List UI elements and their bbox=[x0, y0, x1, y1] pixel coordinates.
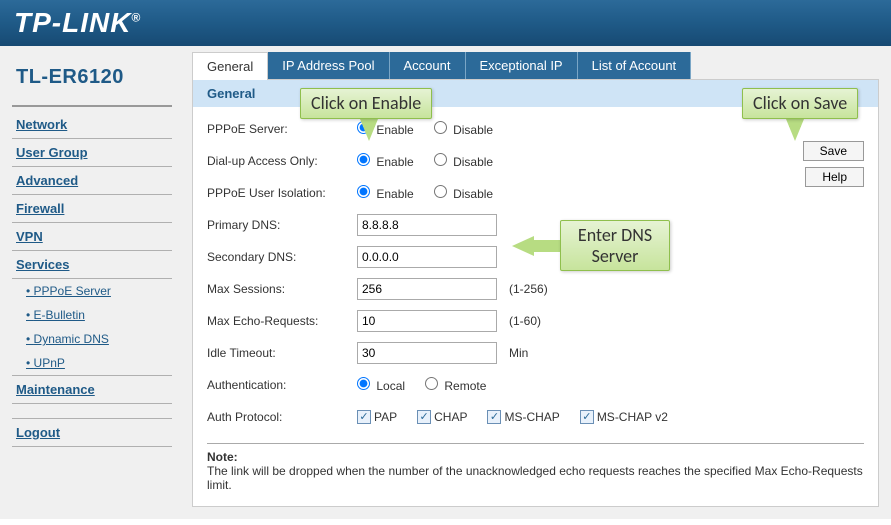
hint-idle-timeout: Min bbox=[509, 346, 528, 360]
radio-auth-remote[interactable]: Remote bbox=[425, 377, 486, 393]
note-text: The link will be dropped when the number… bbox=[207, 464, 864, 492]
sidebar-item-advanced[interactable]: Advanced bbox=[12, 167, 172, 195]
arrow-dns-icon bbox=[512, 236, 562, 256]
row-max-sessions: Max Sessions: (1-256) bbox=[207, 277, 774, 301]
radio-pppoe-disable[interactable]: Disable bbox=[434, 121, 493, 137]
save-button[interactable]: Save bbox=[803, 141, 864, 161]
radio-auth-local[interactable]: Local bbox=[357, 377, 405, 393]
sidebar-item-firewall[interactable]: Firewall bbox=[12, 195, 172, 223]
row-max-echo: Max Echo-Requests: (1-60) bbox=[207, 309, 774, 333]
label-pppoe-server: PPPoE Server: bbox=[207, 122, 357, 136]
tab-account[interactable]: Account bbox=[390, 52, 466, 80]
row-secondary-dns: Secondary DNS: bbox=[207, 245, 774, 269]
radio-dialup-enable[interactable]: Enable bbox=[357, 153, 414, 169]
sidebar-item-vpn[interactable]: VPN bbox=[12, 223, 172, 251]
row-isolation: PPPoE User Isolation: Enable Disable bbox=[207, 181, 774, 205]
row-primary-dns: Primary DNS: bbox=[207, 213, 774, 237]
row-authentication: Authentication: Local Remote bbox=[207, 373, 774, 397]
sidebar-sub-upnp[interactable]: UPnP bbox=[12, 351, 172, 375]
label-dialup: Dial-up Access Only: bbox=[207, 154, 357, 168]
callout-dns: Enter DNS Server bbox=[560, 220, 670, 271]
radio-isolation-enable[interactable]: Enable bbox=[357, 185, 414, 201]
label-primary-dns: Primary DNS: bbox=[207, 218, 357, 232]
sidebar: TL-ER6120 Network User Group Advanced Fi… bbox=[0, 46, 180, 519]
input-max-echo[interactable] bbox=[357, 310, 497, 332]
form-fields: PPPoE Server: Enable Disable Dial-up Acc… bbox=[207, 117, 774, 437]
sidebar-item-maintenance[interactable]: Maintenance bbox=[12, 375, 172, 404]
callout-enable: Click on Enable bbox=[300, 88, 432, 119]
label-authentication: Authentication: bbox=[207, 378, 357, 392]
sidebar-sub-dynamic-dns[interactable]: Dynamic DNS bbox=[12, 327, 172, 351]
checkbox-ms-chap-v2[interactable]: ✓MS-CHAP v2 bbox=[580, 410, 668, 425]
note-title: Note: bbox=[207, 450, 864, 464]
sidebar-sub-e-bulletin[interactable]: E-Bulletin bbox=[12, 303, 172, 327]
tab-general[interactable]: General bbox=[192, 52, 268, 80]
note-block: Note: The link will be dropped when the … bbox=[193, 450, 878, 492]
label-idle-timeout: Idle Timeout: bbox=[207, 346, 357, 360]
tab-exceptional-ip[interactable]: Exceptional IP bbox=[466, 52, 578, 80]
label-secondary-dns: Secondary DNS: bbox=[207, 250, 357, 264]
settings-panel: General PPPoE Server: Enable Disable Dia… bbox=[192, 79, 879, 507]
main-panel: General IP Address Pool Account Exceptio… bbox=[180, 46, 891, 519]
sidebar-divider bbox=[12, 105, 172, 107]
brand-logo: TP-LINK® bbox=[14, 7, 141, 39]
label-max-echo: Max Echo-Requests: bbox=[207, 314, 357, 328]
action-buttons: Save Help bbox=[774, 117, 864, 437]
model-number: TL-ER6120 bbox=[12, 56, 180, 105]
radio-isolation-disable[interactable]: Disable bbox=[434, 185, 493, 201]
arrow-enable-icon bbox=[360, 119, 378, 141]
checkbox-pap[interactable]: ✓PAP bbox=[357, 410, 397, 425]
arrow-save-icon bbox=[786, 119, 804, 141]
checkbox-chap[interactable]: ✓CHAP bbox=[417, 410, 467, 425]
main-container: TL-ER6120 Network User Group Advanced Fi… bbox=[0, 46, 891, 519]
tab-bar: General IP Address Pool Account Exceptio… bbox=[192, 52, 879, 80]
sidebar-item-logout[interactable]: Logout bbox=[12, 418, 172, 447]
hint-max-sessions: (1-256) bbox=[509, 282, 548, 296]
radio-dialup-disable[interactable]: Disable bbox=[434, 153, 493, 169]
sidebar-item-user-group[interactable]: User Group bbox=[12, 139, 172, 167]
sidebar-item-services[interactable]: Services bbox=[12, 251, 172, 279]
input-secondary-dns[interactable] bbox=[357, 246, 497, 268]
label-max-sessions: Max Sessions: bbox=[207, 282, 357, 296]
tab-list-of-account[interactable]: List of Account bbox=[578, 52, 692, 80]
label-isolation: PPPoE User Isolation: bbox=[207, 186, 357, 200]
row-pppoe-server: PPPoE Server: Enable Disable bbox=[207, 117, 774, 141]
tab-ip-address-pool[interactable]: IP Address Pool bbox=[268, 52, 389, 80]
row-dialup: Dial-up Access Only: Enable Disable bbox=[207, 149, 774, 173]
note-divider bbox=[207, 443, 864, 444]
sidebar-sub-pppoe-server[interactable]: PPPoE Server bbox=[12, 279, 172, 303]
input-primary-dns[interactable] bbox=[357, 214, 497, 236]
input-max-sessions[interactable] bbox=[357, 278, 497, 300]
label-auth-protocol: Auth Protocol: bbox=[207, 410, 357, 424]
sidebar-item-network[interactable]: Network bbox=[12, 111, 172, 139]
row-auth-protocol: Auth Protocol: ✓PAP ✓CHAP ✓MS-CHAP ✓MS-C… bbox=[207, 405, 774, 429]
checkbox-ms-chap[interactable]: ✓MS-CHAP bbox=[487, 410, 559, 425]
hint-max-echo: (1-60) bbox=[509, 314, 541, 328]
app-header: TP-LINK® bbox=[0, 0, 891, 46]
help-button[interactable]: Help bbox=[805, 167, 864, 187]
input-idle-timeout[interactable] bbox=[357, 342, 497, 364]
callout-save: Click on Save bbox=[742, 88, 858, 119]
row-idle-timeout: Idle Timeout: Min bbox=[207, 341, 774, 365]
